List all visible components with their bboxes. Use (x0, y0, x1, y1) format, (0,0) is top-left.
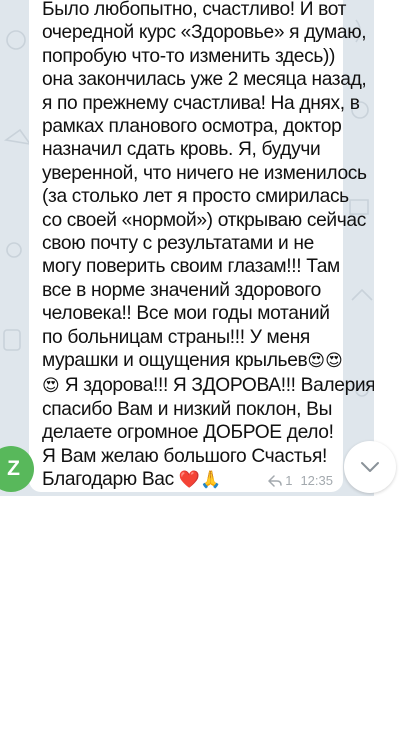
message-line: рамках планового осмотра, доктор (42, 116, 342, 138)
message-line: могу поверить своим глазам!!! Там (42, 256, 340, 278)
message-line: назначил сдать кровь. Я, будучи (42, 139, 321, 161)
message-line: она закончилась уже 2 месяца назад, (42, 69, 367, 91)
message-line: (за столько лет я просто смирилась (42, 186, 349, 208)
message-text: мурашки и ощущения крыльев (42, 350, 308, 372)
chat-area: Было любопытно, счастливо! И вот очередн… (0, 0, 374, 496)
reply-count: 1 (285, 473, 293, 488)
message-line: все в норме значений здорового (42, 279, 321, 301)
message-line: по больницам страны!!! У меня (42, 326, 310, 348)
message-line: очередной курс «Здоровье» я думаю, (42, 22, 367, 44)
avatar-letter: Z (7, 457, 20, 480)
message-line: со своей «нормой») открываю сейчас (42, 209, 366, 231)
heart-pray-emoji: ❤️🙏 (178, 470, 222, 491)
message-line: 😍 Я здорова!!! Я ЗДОРОВА!!! Валерия, (42, 374, 374, 398)
message-line: я по прежнему счастлива! На днях, в (42, 92, 360, 114)
message-line: спасибо Вам и низкий поклон, Вы (42, 398, 333, 420)
chevron-down-icon (361, 462, 379, 472)
message-line: Я Вам желаю большого Счастья! (42, 445, 327, 467)
message-line: попробую что-то изменить здесь)) (42, 45, 336, 67)
message-time: 12:35 (300, 473, 333, 488)
message-meta: 1 12:35 (268, 473, 333, 488)
message-text: Я здорова!!! Я ЗДОРОВА!!! Валерия, (59, 374, 374, 396)
heart-eyes-emoji: 😍😍 (307, 351, 343, 372)
scroll-down-button[interactable] (344, 441, 396, 493)
message-line: мурашки и ощущения крыльев😍😍 (42, 349, 343, 373)
message-line: человека!! Все мои годы мотаний (42, 303, 330, 325)
message-line: уверенной, что ничего не изменилось (42, 162, 367, 184)
message-bubble: Было любопытно, счастливо! И вот очередн… (29, 0, 374, 492)
message-line: Было любопытно, счастливо! И вот (42, 0, 347, 20)
message-line: делаете огромное ДОБРОЕ дело! (42, 422, 334, 444)
message-text: Благодарю Вас (42, 469, 179, 491)
reply-arrow-icon[interactable] (268, 474, 282, 487)
message-line: свою почту с результатами и не (42, 233, 314, 255)
heart-eyes-emoji: 😍 (42, 375, 60, 396)
